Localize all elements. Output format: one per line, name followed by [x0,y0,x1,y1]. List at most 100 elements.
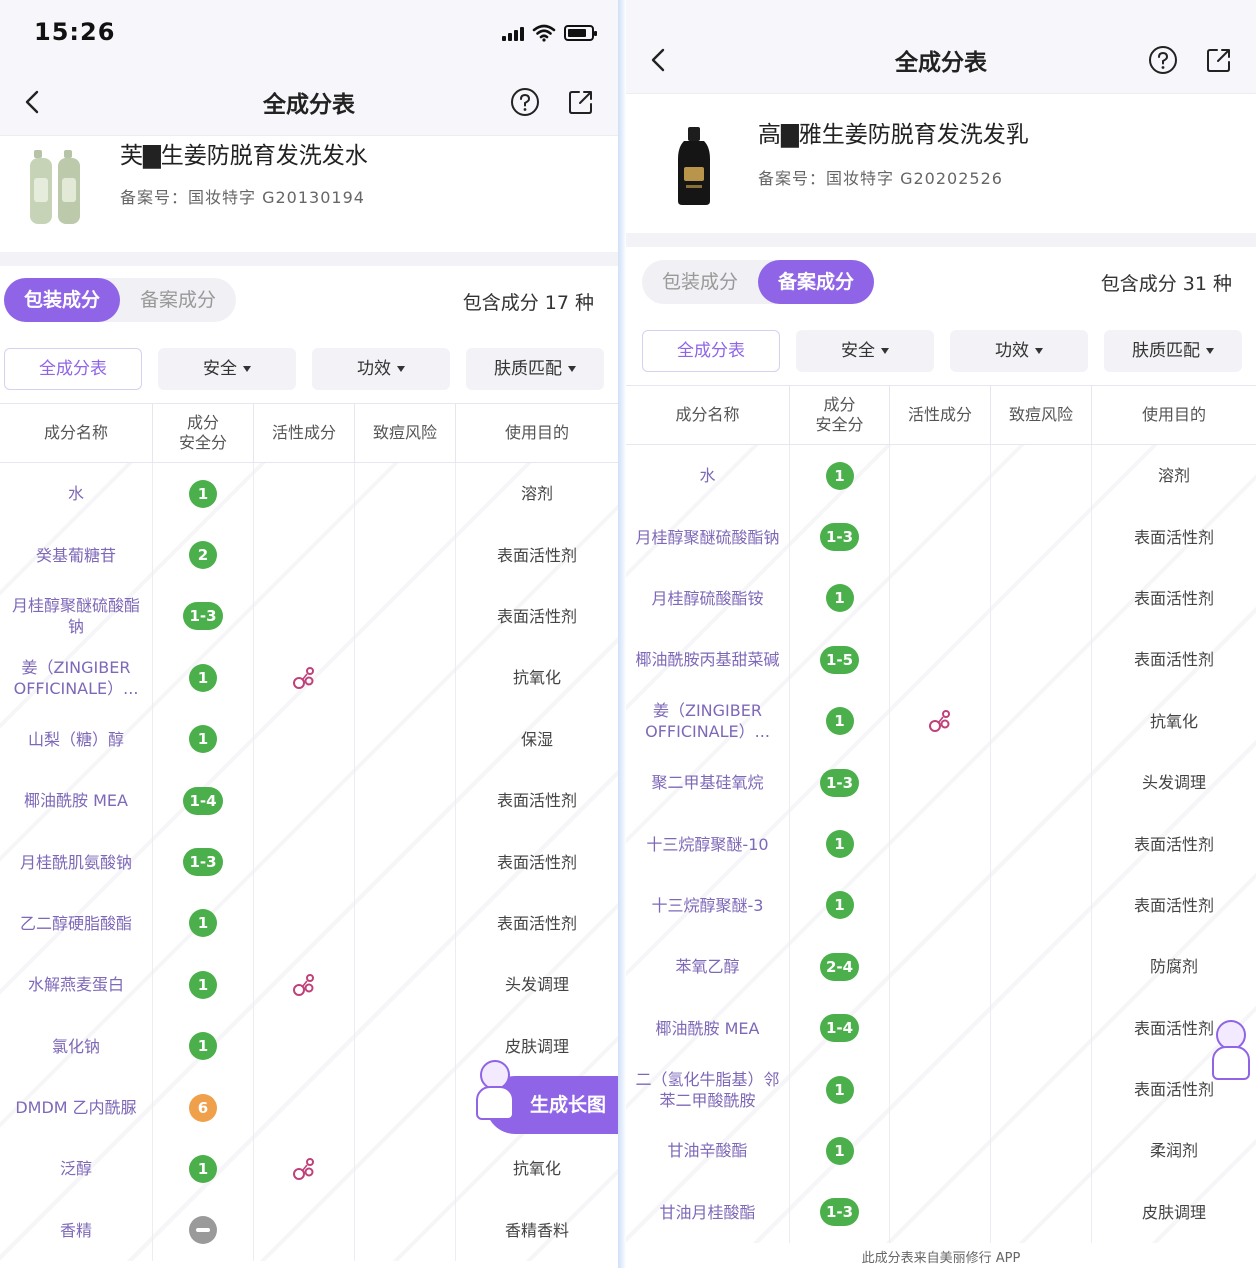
active-ingredient-cell [254,647,355,709]
filter-safety[interactable]: 安全 [796,330,934,372]
ingredient-name[interactable]: 泛醇 [0,1138,153,1200]
table-row[interactable]: 水 1 溶剂 [0,463,618,525]
safety-score-badge: 1 [189,1154,217,1183]
safety-score-badge: 2-4 [819,952,860,981]
ingredient-name[interactable]: 水解燕麦蛋白 [0,954,153,1016]
table-row[interactable]: 椰油酰胺 MEA 1-4 表面活性剂 [0,769,618,832]
ingredient-name[interactable]: 椰油酰胺 MEA [0,769,153,832]
filter-all[interactable]: 全成分表 [642,330,780,372]
ingredient-name[interactable]: 十三烷醇聚醚-10 [626,813,790,875]
purpose-cell: 柔润剂 [1149,1141,1198,1161]
share-icon[interactable] [1204,45,1234,75]
filter-efficacy-label: 功效 [357,359,391,379]
safety-score-badge: 1 [825,584,854,613]
filter-efficacy[interactable]: 功效 [950,330,1088,372]
ingredient-table: 成分名称 成分 安全分 活性成分 致痘风险 使用目的水 1 溶剂 月桂醇聚醚硫酸酯钠 1-3 表面… [626,385,1256,1244]
tab-filed-ingredients[interactable]: 备案成分 [758,260,875,304]
ingredient-name[interactable]: 聚二甲基硅氧烷 [626,751,790,814]
table-row[interactable]: 山梨（糖）醇 1 保湿 [0,708,618,770]
table-row[interactable]: 椰油酰胺丙基甜菜碱 1-5 表面活性剂 [626,629,1256,691]
tab-filed-ingredients[interactable]: 备案成分 [120,278,236,322]
safety-score-badge: 1 [825,461,854,490]
col-safety-header: 成分 安全分 [790,386,890,444]
table-row[interactable]: 水解燕麦蛋白 1 头发调理 [0,954,618,1016]
acne-risk-cell [991,506,1092,568]
table-row[interactable]: 月桂醇硫酸酯铵 1 表面活性剂 [626,567,1256,630]
filter-skin-type[interactable]: 肤质匹配 [1104,330,1242,372]
table-row[interactable]: 椰油酰胺 MEA 1-4 表面活性剂 [626,997,1256,1059]
table-row[interactable]: 癸基葡糖苷 2 表面活性剂 [0,524,618,586]
active-ingredient-cell [254,1138,355,1200]
filter-safety[interactable]: 安全 [158,348,296,390]
safety-cell: 1 [153,708,254,770]
col-name-header: 成分名称 [626,386,790,444]
filter-skin-type[interactable]: 肤质匹配 [466,348,604,390]
ingredient-name[interactable]: 山梨（糖）醇 [0,708,153,770]
table-row[interactable]: 十三烷醇聚醚-3 1 表面活性剂 [626,874,1256,937]
table-row[interactable]: 月桂醇聚醚硫酸酯钠 1-3 表面活性剂 [0,585,618,648]
ingredient-name[interactable]: DMDM 乙内酰脲 [0,1076,153,1139]
table-row[interactable]: 十三烷醇聚醚-10 1 表面活性剂 [626,813,1256,875]
ingredient-name[interactable]: 椰油酰胺丙基甜菜碱 [626,629,790,691]
purpose-cell: 表面活性剂 [496,606,577,626]
ingredient-name[interactable]: 甘油月桂酸酯 [626,1181,790,1244]
product-card: 芙▇生姜防脱育发洗发水 备案号：国妆特字 G20130194 [0,136,618,252]
acne-risk-cell [991,1058,1092,1121]
active-ingredient-icon [929,710,950,733]
purpose-cell: 表面活性剂 [1133,834,1214,854]
table-body: 水 1 溶剂 癸基葡糖苷 2 表面活性剂 月桂醇聚醚硫酸酯钠 1-3 表面活性剂 姜（ZINGIB… [0,463,618,1262]
table-row[interactable]: 泛醇 1 抗氧化 [0,1138,618,1200]
ingredient-name[interactable]: 癸基葡糖苷 [0,524,153,586]
acne-risk-cell [355,1199,456,1262]
table-row[interactable]: 氯化钠 1 皮肤调理 [0,1015,618,1077]
table-row[interactable]: 二（氢化牛脂基）邻苯二甲酸酰胺 1 表面活性剂 [626,1058,1256,1121]
col-active-header: 活性成分 [254,404,355,462]
ingredient-name[interactable]: 椰油酰胺 MEA [626,997,790,1059]
ingredient-name[interactable]: 月桂酰肌氨酸钠 [0,831,153,893]
ingredient-name[interactable]: 月桂醇聚醚硫酸酯钠 [626,506,790,568]
product-image [678,127,710,205]
table-row[interactable]: 苯氧乙醇 2-4 防腐剂 [626,936,1256,998]
table-row[interactable]: 月桂酰肌氨酸钠 1-3 表面活性剂 [0,831,618,893]
table-row[interactable]: 水 1 溶剂 [626,445,1256,507]
table-row[interactable]: 聚二甲基硅氧烷 1-3 头发调理 [626,751,1256,814]
tab-package-ingredients[interactable]: 包装成分 [642,260,758,304]
safety-score-badge: 1-3 [183,602,223,631]
table-row[interactable]: 乙二醇硬脂酸酯 1 表面活性剂 [0,892,618,955]
status-time: 15:26 [34,18,116,46]
table-row[interactable]: 姜（ZINGIBER OFFICINALE）... 1 抗氧化 [0,647,618,709]
filter-all[interactable]: 全成分表 [4,348,142,390]
table-row[interactable]: 月桂醇聚醚硫酸酯钠 1-3 表面活性剂 [626,506,1256,568]
help-icon[interactable] [510,87,540,117]
ingredient-name[interactable]: 水 [626,445,790,507]
ingredient-name[interactable]: 姜（ZINGIBER OFFICINALE）... [626,690,790,752]
ingredient-name[interactable]: 二（氢化牛脂基）邻苯二甲酸酰胺 [626,1058,790,1121]
ingredient-name[interactable]: 香精 [0,1199,153,1262]
ingredient-name[interactable]: 苯氧乙醇 [626,936,790,998]
ingredient-name[interactable]: 乙二醇硬脂酸酯 [0,892,153,955]
table-row[interactable]: 甘油辛酸酯 1 柔润剂 [626,1120,1256,1182]
filter-efficacy[interactable]: 功效 [312,348,450,390]
tab-package-ingredients[interactable]: 包装成分 [4,278,121,322]
table-row[interactable]: 香精 香精香料 [0,1199,618,1262]
purpose-cell: 表面活性剂 [496,852,577,872]
safety-score-badge: 1 [825,891,854,920]
ingredient-name[interactable]: 十三烷醇聚醚-3 [626,874,790,937]
ingredient-name[interactable]: 姜（ZINGIBER OFFICINALE）... [0,647,153,709]
ingredient-name[interactable]: 水 [0,463,153,525]
purpose-cell: 表面活性剂 [1133,588,1214,608]
table-row[interactable]: 姜（ZINGIBER OFFICINALE）... 1 抗氧化 [626,690,1256,752]
ingredient-name[interactable]: 氯化钠 [0,1015,153,1077]
ingredient-name[interactable]: 月桂醇硫酸酯铵 [626,567,790,630]
purpose-cell: 保湿 [520,729,553,749]
active-ingredient-cell [890,690,991,752]
filter-skin-type-label: 肤质匹配 [1132,341,1200,361]
active-ingredient-cell [254,954,355,1016]
ingredient-name[interactable]: 甘油辛酸酯 [626,1120,790,1182]
ingredient-name[interactable]: 月桂醇聚醚硫酸酯钠 [0,585,153,648]
help-icon[interactable] [1148,45,1178,75]
active-ingredient-cell [254,708,355,770]
share-icon[interactable] [566,87,596,117]
acne-risk-cell [355,954,456,1016]
table-row[interactable]: 甘油月桂酸酯 1-3 皮肤调理 [626,1181,1256,1244]
